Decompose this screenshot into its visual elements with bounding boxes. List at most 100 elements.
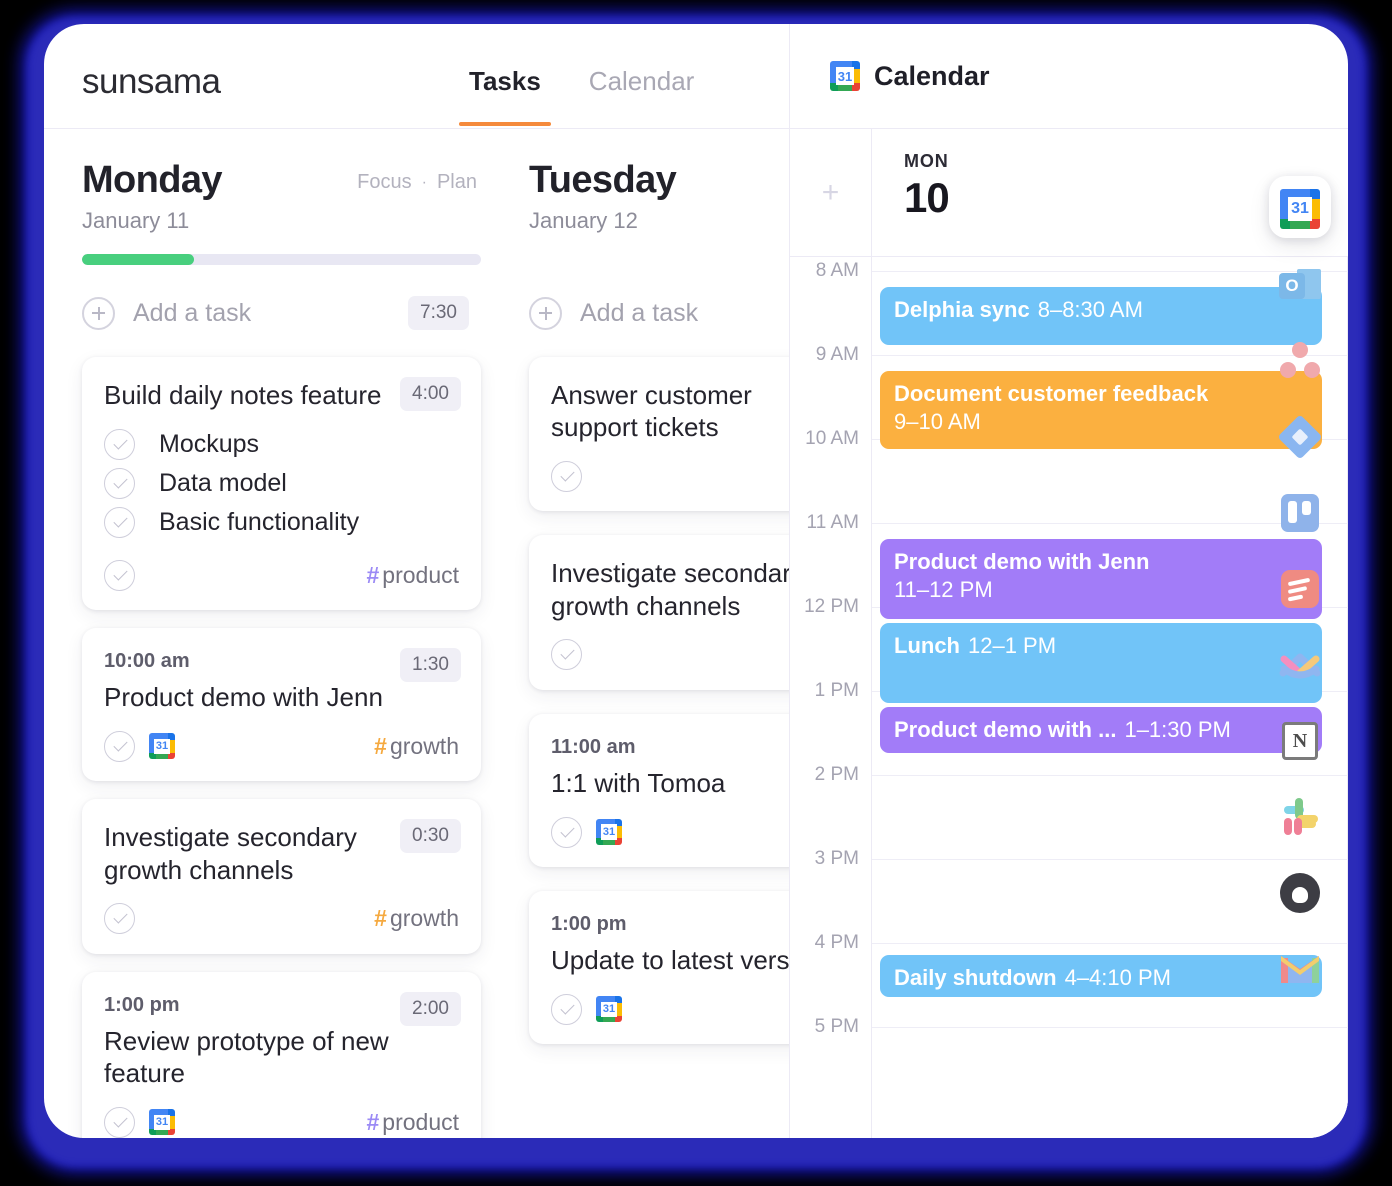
- task-tag[interactable]: # growth: [374, 733, 459, 760]
- checkbox-icon[interactable]: [551, 816, 582, 848]
- app-body: Monday Focus · Plan January 11 Add a tas…: [44, 129, 1348, 1138]
- calendar-time-label: 10 AM: [805, 428, 859, 449]
- rail-outlook[interactable]: [1266, 247, 1334, 323]
- calendar-time-label: 1 PM: [814, 680, 859, 701]
- tab-tasks[interactable]: Tasks: [459, 66, 551, 126]
- task-card[interactable]: Answer customer support tickets: [529, 357, 789, 512]
- checkbox-icon[interactable]: [104, 1106, 135, 1138]
- screenshot-root: sunsama Tasks Calendar 31 Calendar Monda…: [0, 0, 1392, 1186]
- rail-google-calendar[interactable]: 31: [1266, 171, 1334, 247]
- calendar-event-title: Delphia sync: [894, 297, 1030, 322]
- tuesday-header: Tuesday January 12: [529, 159, 789, 234]
- top-bar-left: sunsama Tasks Calendar: [44, 24, 789, 128]
- task-card[interactable]: 1:00 pm Review prototype of new feature …: [82, 971, 481, 1138]
- day-column-tuesday: Tuesday January 12 Add a task Answer cus…: [499, 129, 789, 1138]
- checkbox-icon[interactable]: [104, 903, 135, 935]
- monday-date: January 11: [82, 208, 190, 233]
- subtask-item[interactable]: Data model: [104, 464, 459, 503]
- checkbox-icon[interactable]: [104, 507, 135, 539]
- task-card[interactable]: Build daily notes feature 4:00 Mockups D…: [82, 357, 481, 611]
- day-column-monday: Monday Focus · Plan January 11 Add a tas…: [44, 129, 499, 1138]
- jira-icon: [1277, 414, 1323, 460]
- checkbox-icon[interactable]: [551, 639, 582, 671]
- tab-calendar[interactable]: Calendar: [589, 66, 695, 103]
- tag-label: product: [382, 1108, 459, 1135]
- rail-todoist[interactable]: [1266, 551, 1334, 627]
- task-title: Review prototype of new feature: [104, 1025, 389, 1089]
- plan-link[interactable]: Plan: [437, 171, 477, 194]
- calendar-panel-title: Calendar: [874, 60, 990, 91]
- trello-icon: [1281, 494, 1319, 532]
- task-title: Investigate secondary growth channels: [104, 822, 357, 885]
- tag-hash-icon: #: [366, 1108, 380, 1135]
- task-estimate[interactable]: 4:00: [400, 377, 461, 411]
- checkbox-icon[interactable]: [551, 993, 582, 1025]
- calendar-add-event-button[interactable]: +: [790, 129, 872, 256]
- subtask-list: Mockups Data model Basic functionality: [104, 425, 459, 542]
- calendar-time-label: 2 PM: [814, 764, 859, 785]
- add-task-label: Add a task: [580, 298, 699, 327]
- checkbox-icon[interactable]: [104, 429, 135, 461]
- rail-notion[interactable]: [1266, 703, 1334, 779]
- task-card[interactable]: Investigate secondary growth channels: [529, 535, 789, 690]
- rail-slack[interactable]: [1266, 779, 1334, 855]
- task-tag[interactable]: # product: [366, 1109, 459, 1136]
- rail-asana[interactable]: [1266, 323, 1334, 399]
- app-logo[interactable]: sunsama: [82, 62, 221, 102]
- calendar-event-time: 4–4:10 PM: [1064, 965, 1171, 990]
- github-icon: [1280, 873, 1320, 913]
- checkbox-icon[interactable]: [104, 559, 135, 591]
- rail-github[interactable]: [1266, 855, 1334, 931]
- rail-trello[interactable]: [1266, 475, 1334, 551]
- subtask-label: Mockups: [159, 430, 260, 459]
- rail-gmail[interactable]: [1266, 931, 1334, 1007]
- add-task-label: Add a task: [133, 298, 252, 327]
- task-footer: 31: [551, 992, 789, 1026]
- calendar-event-title: Document customer feedback: [894, 381, 1209, 406]
- google-calendar-icon: 31: [149, 733, 175, 760]
- calendar-time-label: 5 PM: [814, 1016, 859, 1037]
- tuesday-add-task-row[interactable]: Add a task: [529, 287, 789, 339]
- asana-icon: [1279, 342, 1321, 380]
- task-card[interactable]: Investigate secondary growth channels 0:…: [82, 799, 481, 954]
- integrations-rail: 31: [1252, 153, 1348, 1138]
- calendar-time-label: 9 AM: [815, 344, 859, 365]
- task-card[interactable]: 1:00 pm Update to latest version 31: [529, 891, 789, 1045]
- focus-link[interactable]: Focus: [357, 171, 411, 194]
- task-card[interactable]: 10:00 am Product demo with Jenn 1:30 31: [82, 628, 481, 782]
- calendar-time-label: 11 AM: [806, 512, 859, 533]
- notion-icon: [1282, 722, 1318, 760]
- subtask-label: Basic functionality: [159, 508, 360, 537]
- monday-add-task-row[interactable]: Add a task 7:30: [82, 287, 481, 339]
- rail-clickup[interactable]: [1266, 627, 1334, 703]
- task-footer: [551, 459, 789, 493]
- plus-icon: [529, 296, 562, 330]
- task-estimate[interactable]: 2:00: [400, 991, 461, 1026]
- checkbox-icon[interactable]: [551, 460, 582, 492]
- task-estimate[interactable]: 1:30: [400, 648, 461, 683]
- tag-hash-icon: #: [374, 905, 387, 932]
- task-estimate[interactable]: 0:30: [400, 819, 461, 854]
- monday-mode-links: Focus · Plan: [357, 171, 477, 194]
- monday-progress-bar: [82, 254, 481, 265]
- subtask-item[interactable]: Basic functionality: [104, 503, 459, 542]
- outlook-icon: [1279, 266, 1321, 304]
- calendar-event-time: 1–1:30 PM: [1124, 717, 1231, 742]
- checkbox-icon[interactable]: [104, 730, 135, 762]
- checkbox-icon[interactable]: [104, 468, 135, 500]
- task-tag[interactable]: # product: [366, 562, 459, 589]
- rail-jira[interactable]: [1266, 399, 1334, 475]
- task-title: 1:1 with Tomoa: [551, 767, 726, 798]
- calendar-event-time: 8–8:30 AM: [1037, 297, 1143, 322]
- task-tag[interactable]: # growth: [374, 905, 459, 932]
- task-title: Product demo with Jenn: [104, 682, 383, 713]
- tuesday-date: January 12: [529, 208, 638, 233]
- monday-total-estimate: 7:30: [408, 296, 469, 330]
- google-calendar-icon: 31: [830, 61, 860, 91]
- app-window: sunsama Tasks Calendar 31 Calendar Monda…: [44, 24, 1348, 1138]
- task-footer: 31 # product: [104, 1105, 459, 1138]
- subtask-item[interactable]: Mockups: [104, 425, 459, 464]
- task-scheduled-time: 11:00 am: [551, 735, 636, 758]
- task-card[interactable]: 11:00 am 1:1 with Tomoa 31: [529, 713, 789, 868]
- calendar-event-time: 9–10 AM: [894, 409, 981, 435]
